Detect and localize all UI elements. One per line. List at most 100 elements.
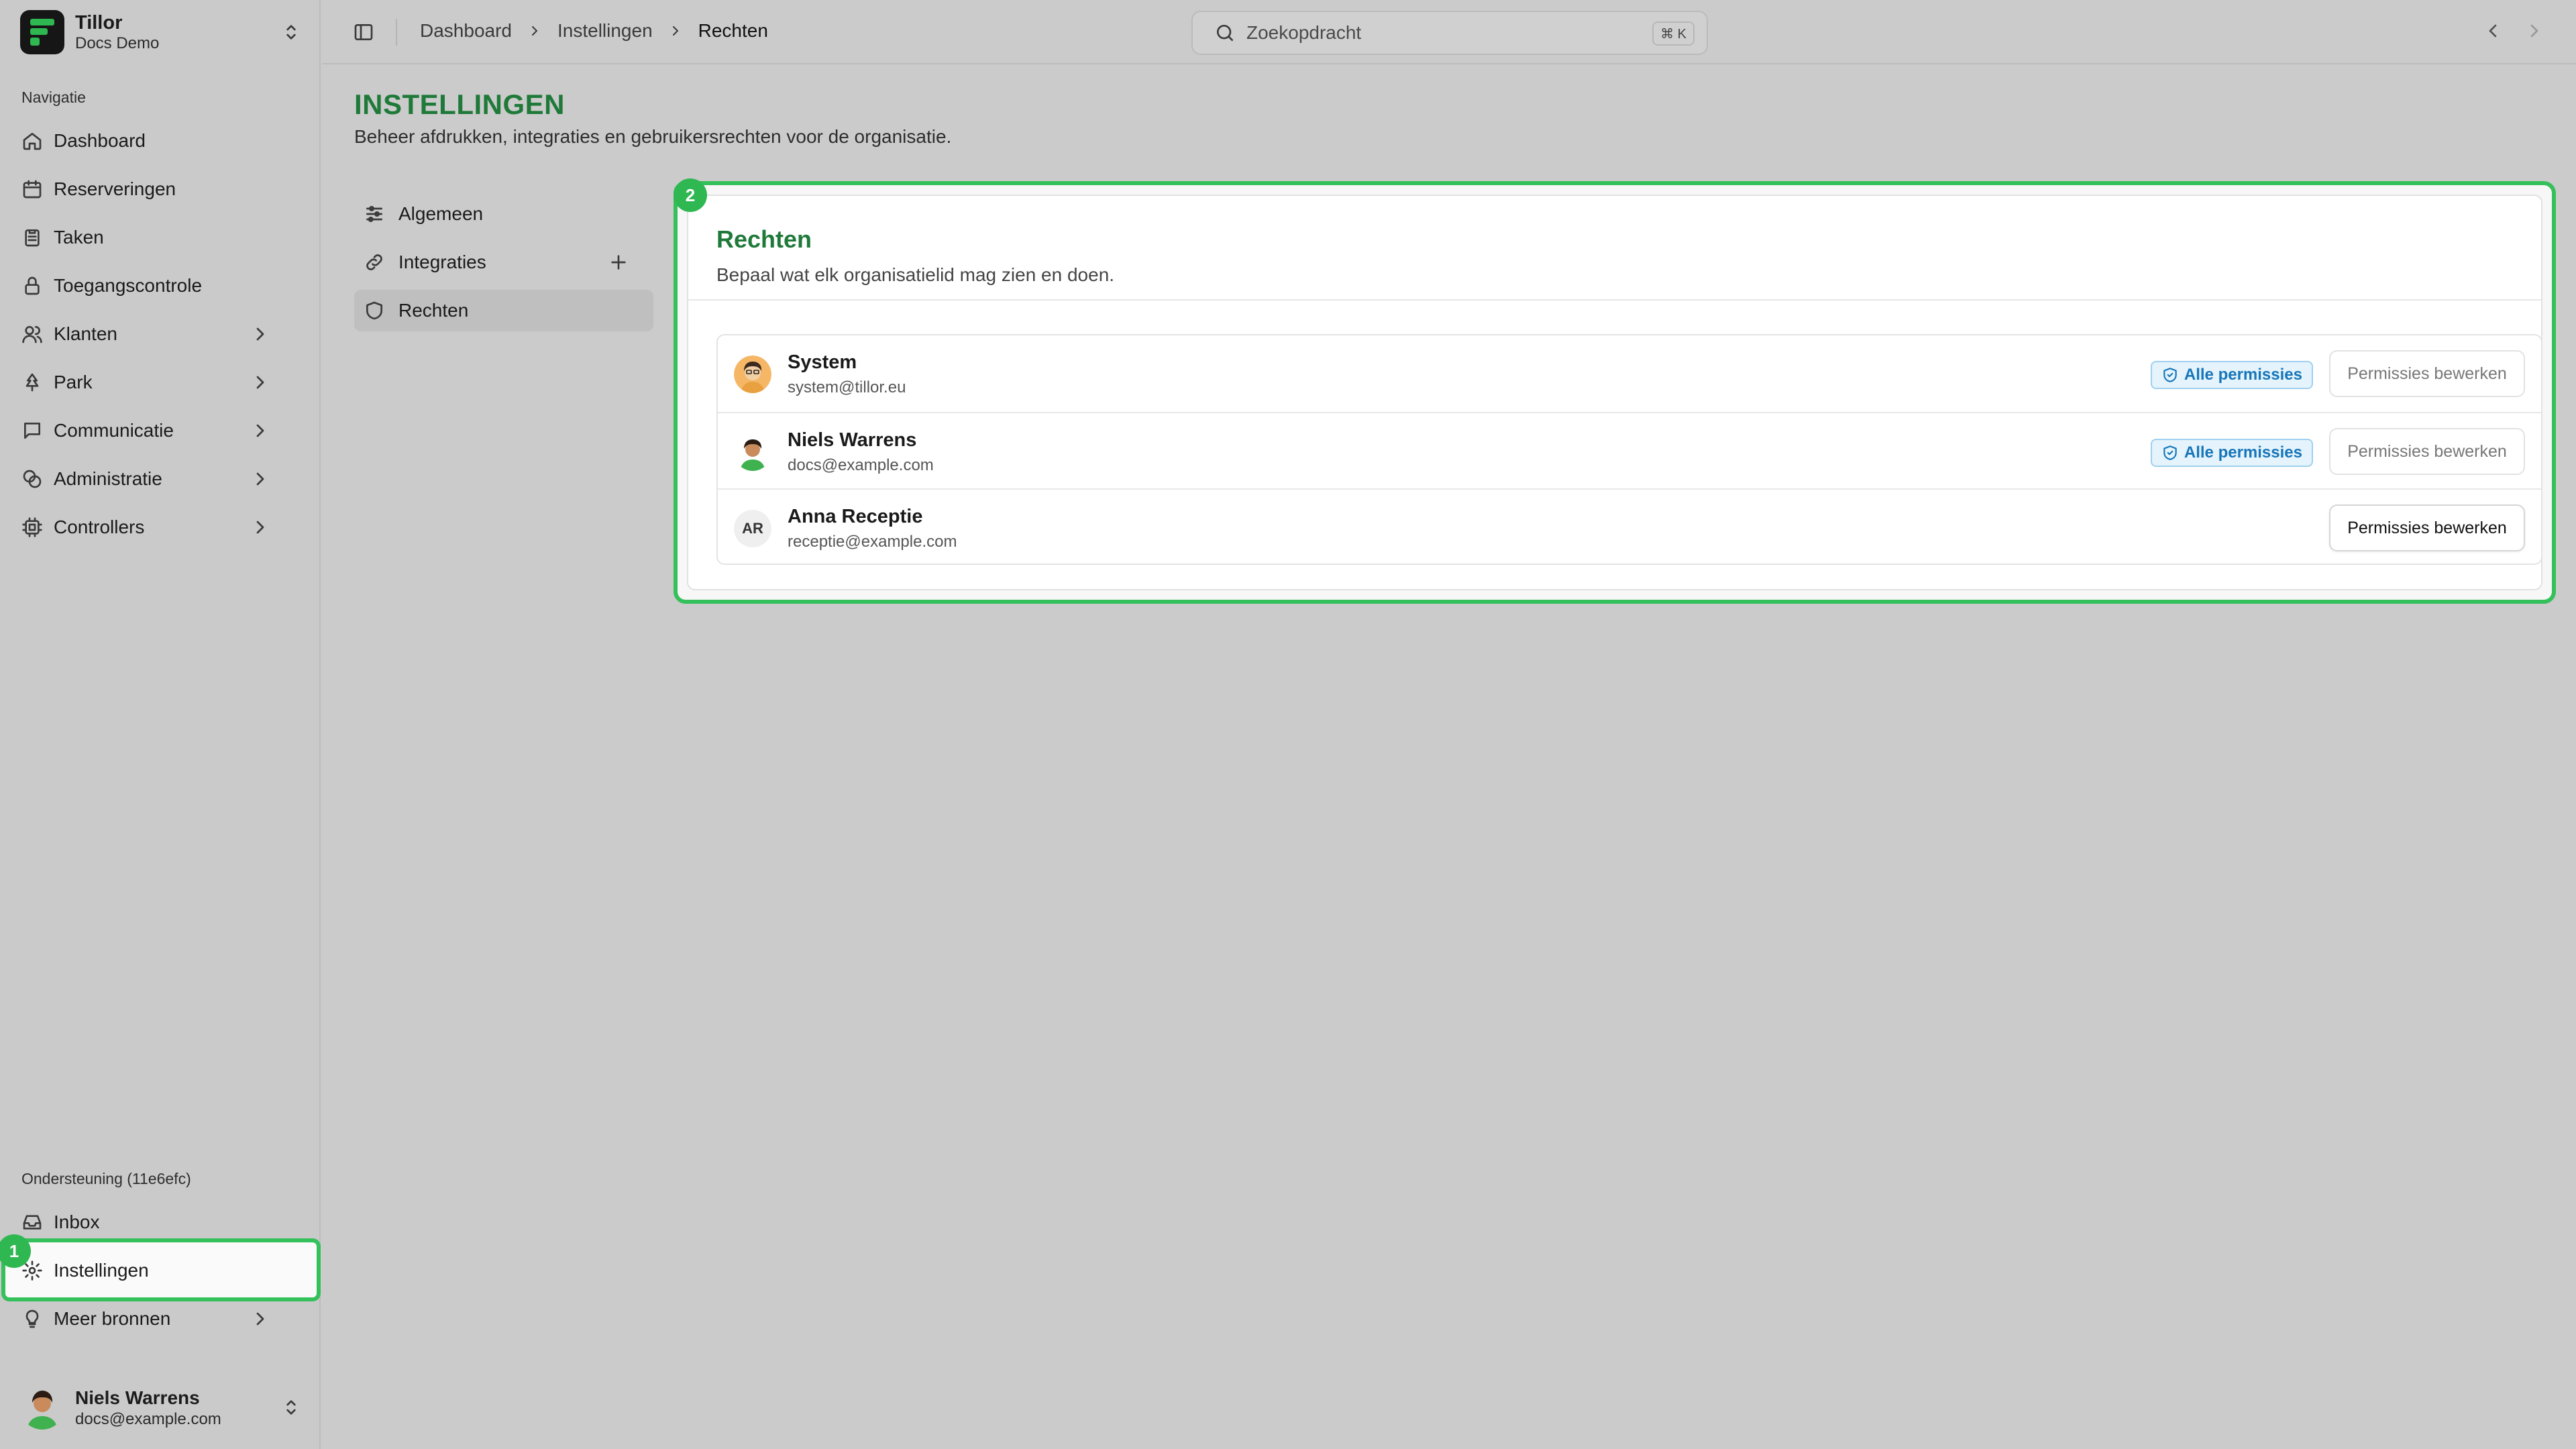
sidebar-item-park[interactable]: Park: [20, 361, 302, 404]
shield-icon: [366, 301, 382, 320]
user-name: Niels Warrens: [75, 1387, 200, 1408]
inbox-icon: [23, 1215, 42, 1230]
tree-icon: [25, 373, 39, 392]
chevron-right-icon: [527, 23, 543, 39]
tillor-logo: [20, 10, 64, 54]
rights-card: Rechten Bepaal wat elk organisatielid ma…: [687, 195, 2542, 590]
sidebar-item-label: Inbox: [54, 1212, 100, 1232]
card-divider: [688, 299, 2541, 301]
chevron-right-icon: [256, 327, 264, 341]
member-name: Anna Receptie: [788, 506, 923, 527]
lightbulb-icon: [25, 1309, 39, 1328]
badge-label: Alle permissies: [2184, 443, 2302, 462]
calendar-icon: [23, 180, 42, 199]
sidebar-item-label: Meer bronnen: [54, 1308, 171, 1329]
sidebar-item-label: Instellingen: [54, 1260, 149, 1281]
edit-permissions-button[interactable]: Permissies bewerken: [2329, 428, 2525, 475]
settings-tab-label: Rechten: [398, 300, 469, 321]
sidebar-item-inbox[interactable]: Inbox: [20, 1201, 302, 1244]
sliders-icon: [366, 206, 382, 222]
member-avatar: [734, 356, 771, 393]
chevron-right-icon: [256, 376, 264, 389]
sidebar-item-label: Klanten: [54, 323, 117, 344]
sidebar-item-controllers[interactable]: Controllers: [20, 506, 302, 549]
sidebar-item-label: Taken: [54, 227, 104, 248]
forward-arrow-icon[interactable]: [2524, 20, 2545, 42]
sidebar: Tillor Docs Demo Navigatie Dashboard Res…: [0, 0, 321, 1449]
nav-section-label: Navigatie: [21, 89, 86, 106]
topbar: Dashboard Instellingen Rechten ⌘ K: [322, 0, 2576, 64]
sidebar-item-label: Park: [54, 372, 93, 392]
settings-tab-rechten[interactable]: Rechten: [354, 290, 653, 331]
sidebar-item-klanten[interactable]: Klanten: [20, 313, 302, 356]
user-email: docs@example.com: [75, 1409, 221, 1428]
chevrons-up-down-icon[interactable]: [280, 21, 302, 43]
edit-permissions-button[interactable]: Permissies bewerken: [2329, 350, 2525, 397]
member-row: Niels Warrens docs@example.com Alle perm…: [718, 412, 2541, 488]
page-subtitle: Beheer afdrukken, integraties en gebruik…: [354, 126, 952, 147]
member-name: Niels Warrens: [788, 429, 917, 451]
lock-icon: [25, 276, 40, 295]
settings-tab-integraties[interactable]: Integraties: [354, 241, 653, 283]
user-menu[interactable]: Niels Warrens docs@example.com: [20, 1381, 302, 1434]
settings-tab-label: Integraties: [398, 252, 486, 272]
chevron-right-icon: [256, 521, 264, 534]
sidebar-item-meer-bronnen[interactable]: Meer bronnen: [20, 1297, 302, 1340]
member-row: AR Anna Receptie receptie@example.com Pe…: [718, 488, 2541, 565]
history-nav: [2482, 20, 2545, 42]
rights-description: Bepaal wat elk organisatielid mag zien e…: [716, 264, 1115, 285]
sidebar-item-taken[interactable]: Taken: [20, 216, 302, 259]
org-switcher[interactable]: Tillor Docs Demo: [20, 9, 302, 55]
sidebar-item-instellingen[interactable]: Instellingen: [20, 1249, 302, 1292]
search-input[interactable]: [1246, 22, 1622, 44]
member-email: system@tillor.eu: [788, 378, 906, 396]
sidebar-toggle-icon[interactable]: [353, 21, 374, 43]
shield-check-icon: [2163, 445, 2177, 460]
back-arrow-icon[interactable]: [2482, 20, 2504, 42]
chevron-right-icon: [667, 23, 684, 39]
cpu-icon: [22, 517, 42, 537]
annotation-badge-2: 2: [674, 178, 707, 212]
chevron-right-icon: [256, 472, 264, 486]
link-icon: [366, 254, 382, 270]
search-shortcut: ⌘ K: [1652, 21, 1695, 46]
member-email: docs@example.com: [788, 456, 934, 474]
member-avatar: [734, 433, 771, 471]
message-square-icon: [24, 423, 40, 439]
breadcrumb: Dashboard Instellingen Rechten: [420, 20, 768, 42]
rights-title: Rechten: [716, 225, 812, 253]
chevrons-up-down-icon[interactable]: [280, 1397, 302, 1418]
brand-name: Tillor: [75, 11, 123, 34]
edit-permissions-button[interactable]: Permissies bewerken: [2329, 504, 2525, 551]
sidebar-item-dashboard[interactable]: Dashboard: [20, 119, 302, 162]
sidebar-item-reserveringen[interactable]: Reserveringen: [20, 168, 302, 211]
sidebar-item-communicatie[interactable]: Communicatie: [20, 409, 302, 452]
breadcrumb-dashboard[interactable]: Dashboard: [420, 20, 512, 42]
settings-tab-algemeen[interactable]: Algemeen: [354, 193, 653, 235]
plus-icon[interactable]: [608, 252, 643, 273]
sidebar-item-label: Toegangscontrole: [54, 275, 203, 296]
search-bar[interactable]: ⌘ K: [1191, 11, 1708, 55]
breadcrumb-instellingen[interactable]: Instellingen: [557, 20, 653, 42]
member-email: receptie@example.com: [788, 533, 957, 551]
chevron-right-icon: [256, 1312, 264, 1326]
member-row: System system@tillor.eu Alle permissies …: [718, 335, 2541, 412]
sidebar-item-label: Communicatie: [54, 420, 174, 441]
sidebar-item-label: Administratie: [54, 468, 162, 489]
shield-check-icon: [2163, 368, 2177, 382]
home-icon: [23, 133, 42, 150]
sidebar-item-toegangscontrole[interactable]: Toegangscontrole: [20, 264, 302, 307]
brand-org: Docs Demo: [75, 34, 160, 52]
member-name: System: [788, 352, 857, 373]
page-title: INSTELLINGEN: [354, 89, 566, 120]
sidebar-item-administratie[interactable]: Administratie: [20, 458, 302, 500]
user-avatar: [20, 1385, 64, 1430]
settings-tab-label: Algemeen: [398, 203, 484, 224]
badge-label: Alle permissies: [2184, 366, 2302, 384]
search-icon: [1217, 25, 1233, 41]
all-permissions-badge: Alle permissies: [2150, 361, 2313, 389]
breadcrumb-rechten: Rechten: [698, 20, 768, 41]
clipboard-icon: [25, 229, 40, 247]
sidebar-item-label: Reserveringen: [54, 178, 176, 199]
coins-icon: [23, 470, 42, 488]
